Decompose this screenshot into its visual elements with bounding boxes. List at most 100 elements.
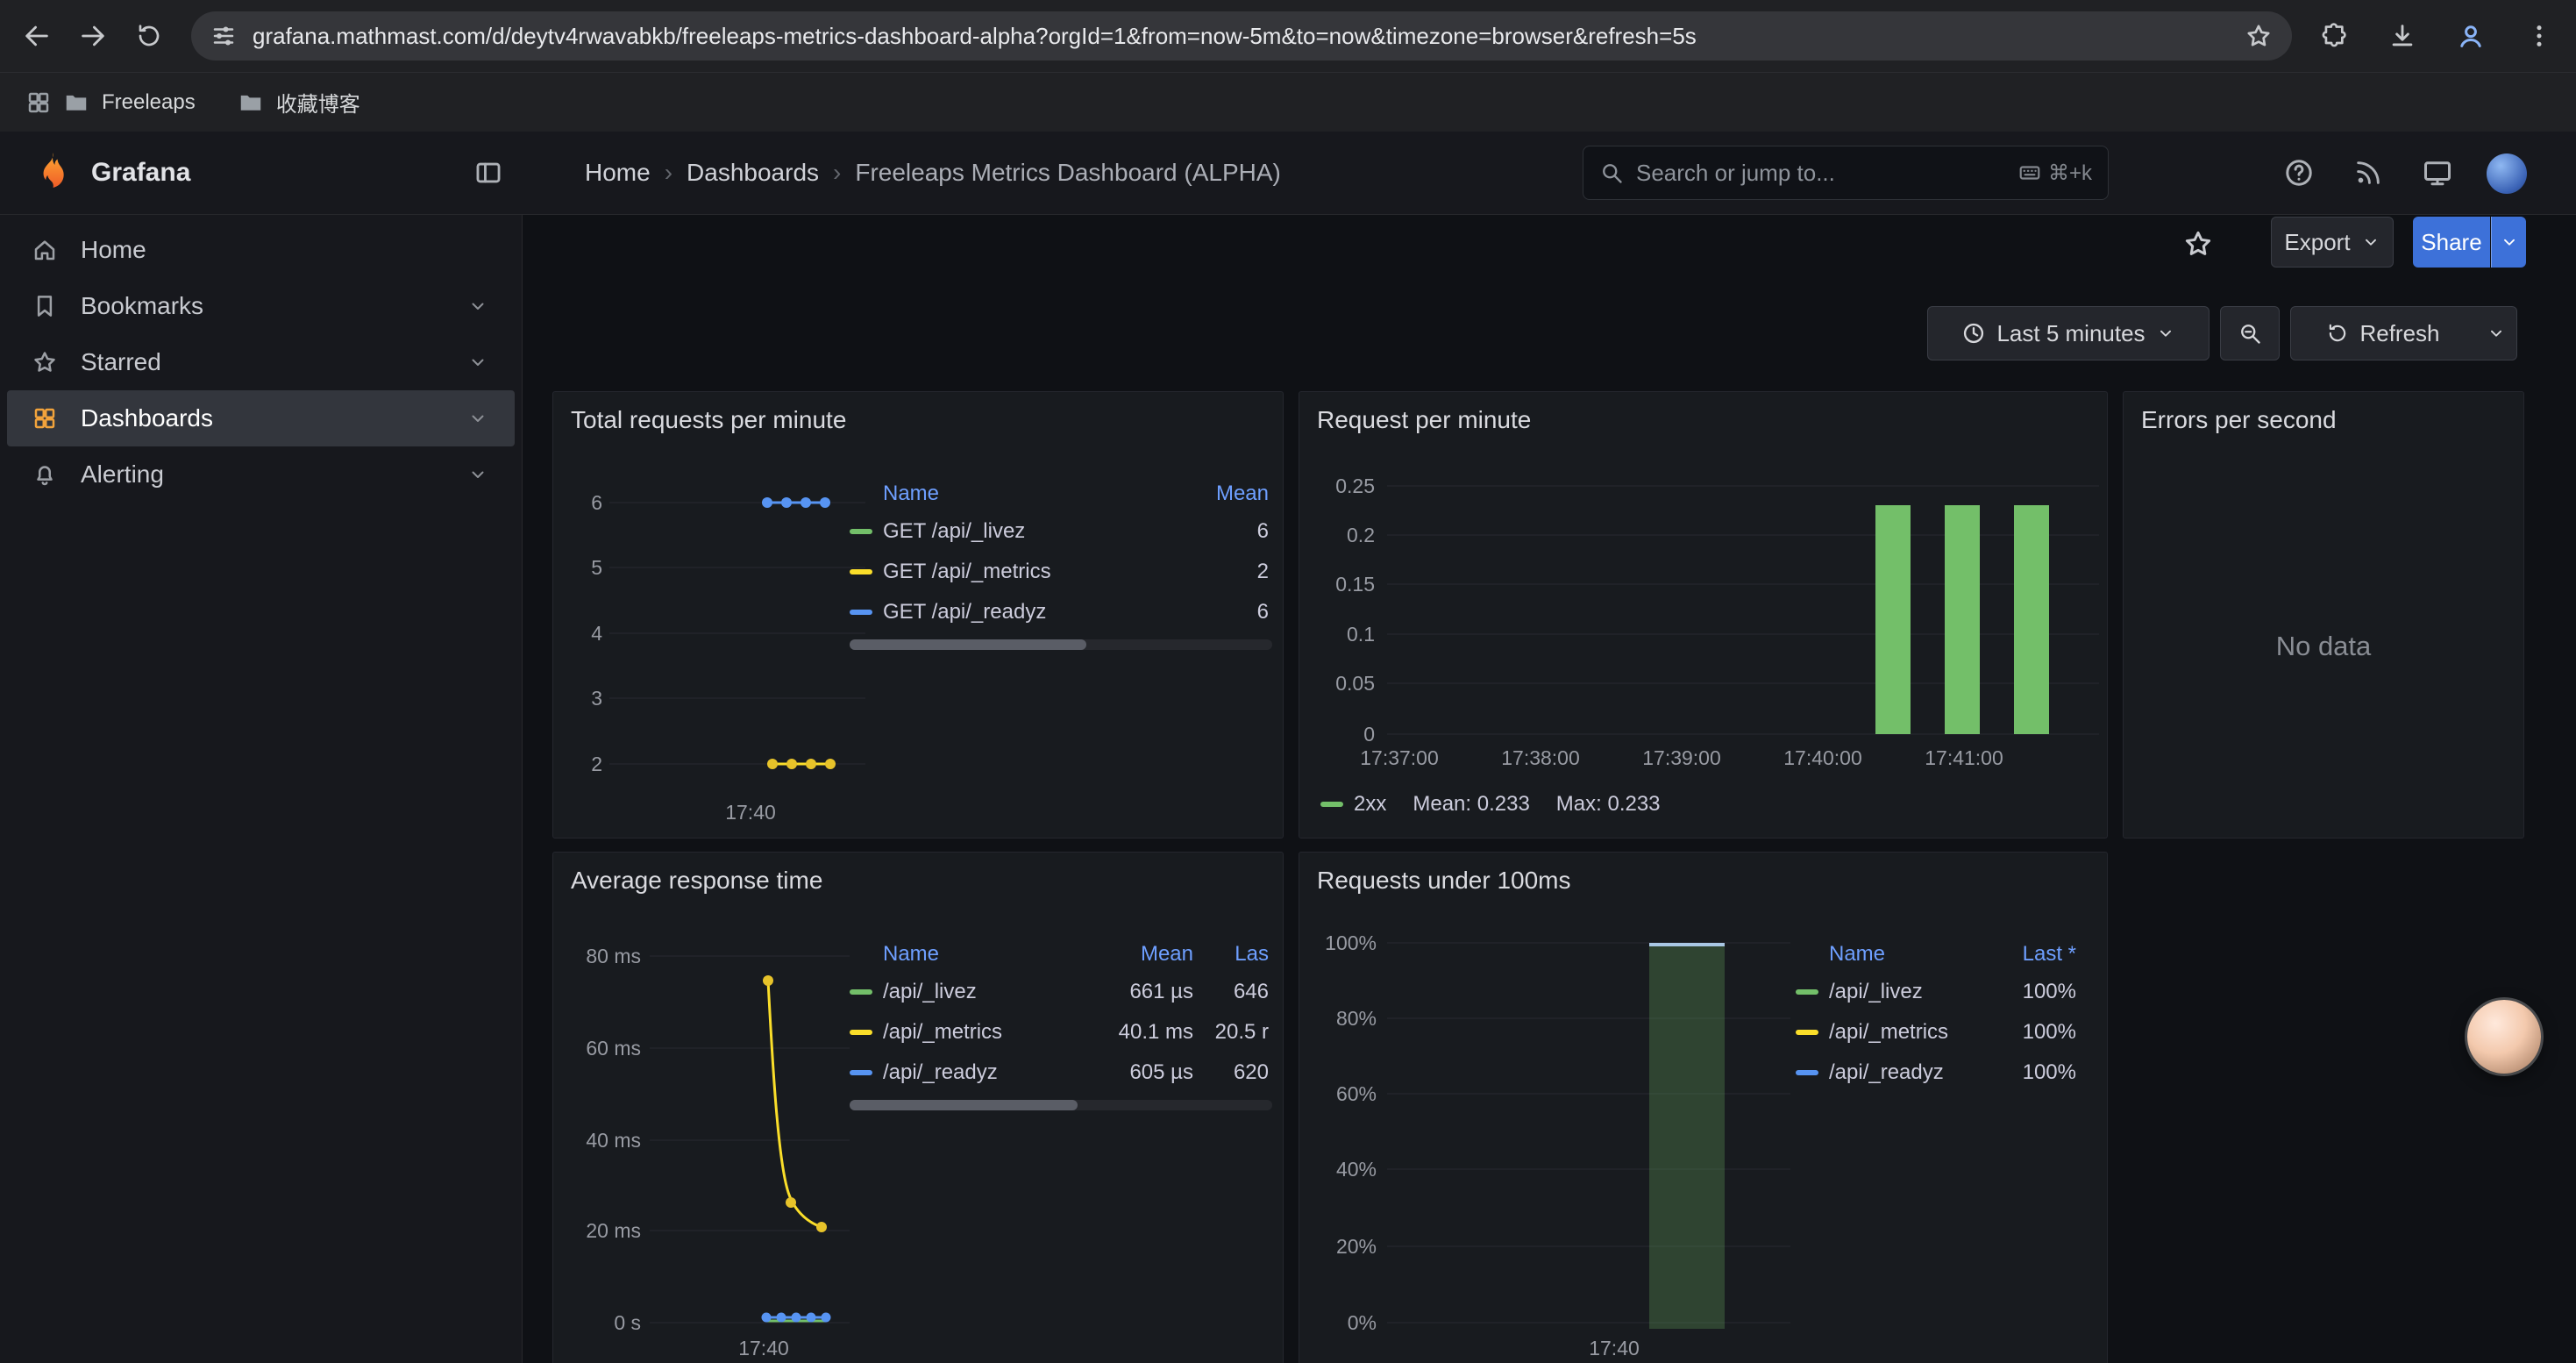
sidebar-item-dashboards[interactable]: Dashboards: [7, 390, 515, 446]
legend-row[interactable]: /api/_metrics 100%: [1796, 1012, 2080, 1053]
line-chart-plot[interactable]: [650, 931, 850, 1352]
site-settings-icon[interactable]: [210, 23, 237, 49]
legend-col-name[interactable]: Name: [850, 942, 1074, 967]
chevron-down-icon[interactable]: [467, 464, 488, 485]
chevron-down-icon[interactable]: [467, 408, 488, 429]
legend-scrollbar[interactable]: [850, 1100, 1272, 1110]
x-tick: 17:40:00: [1757, 746, 1889, 770]
legend-col-name[interactable]: Name: [850, 482, 1192, 506]
chevron-down-icon: [2500, 232, 2519, 252]
panel-legend: 2xx Mean: 0.233 Max: 0.233: [1320, 792, 1661, 817]
mega-menu-toggle-icon[interactable]: [473, 158, 503, 188]
kiosk-monitor-icon[interactable]: [2418, 153, 2457, 192]
bookmark-star-icon[interactable]: [2245, 22, 2273, 50]
legend-series[interactable]: 2xx: [1320, 792, 1386, 817]
share-button[interactable]: Share: [2413, 217, 2490, 268]
chevron-down-icon[interactable]: [467, 352, 488, 373]
legend-row[interactable]: /api/_readyz 605 µs 620: [850, 1053, 1272, 1093]
legend-scrollbar[interactable]: [850, 639, 1272, 650]
back-icon[interactable]: [9, 8, 65, 64]
folder-icon: [238, 89, 264, 116]
floating-assistant-avatar[interactable]: [2467, 1000, 2541, 1074]
user-avatar[interactable]: [2487, 153, 2527, 194]
bar-chart-plot[interactable]: [1387, 475, 2099, 748]
reload-icon[interactable]: [121, 8, 177, 64]
bookmark-blogs[interactable]: 收藏博客: [238, 87, 360, 118]
profile-icon[interactable]: [2443, 8, 2499, 64]
breadcrumb-dashboards[interactable]: Dashboards: [687, 159, 819, 187]
sidebar-item-label: Dashboards: [81, 404, 213, 432]
legend-row[interactable]: GET /api/_livez 6: [850, 511, 1272, 552]
refresh-icon: [2326, 322, 2349, 345]
x-tick: 17:38:00: [1475, 746, 1606, 770]
sidebar-item-label: Bookmarks: [81, 292, 203, 320]
legend-col-mean[interactable]: Mean: [1074, 942, 1197, 967]
legend-row[interactable]: GET /api/_readyz 6: [850, 592, 1272, 632]
sidebar-item-starred[interactable]: Starred: [7, 334, 515, 390]
y-tick: 0.1: [1306, 623, 1375, 646]
line-chart-plot[interactable]: [609, 475, 865, 781]
breadcrumb-home[interactable]: Home: [585, 159, 651, 187]
legend-col-last[interactable]: Las: [1197, 942, 1272, 967]
refresh-button[interactable]: Refresh: [2290, 306, 2476, 360]
bar-chart-plot[interactable]: [1387, 931, 1790, 1352]
panel-title[interactable]: Total requests per minute: [571, 406, 846, 434]
breadcrumb-separator: ›: [833, 159, 841, 187]
time-range-label: Last 5 minutes: [1996, 320, 2145, 347]
apps-grid-icon[interactable]: [14, 78, 63, 127]
time-range-picker[interactable]: Last 5 minutes: [1927, 306, 2210, 360]
scrollbar-thumb[interactable]: [850, 1100, 1078, 1110]
legend-row[interactable]: /api/_metrics 40.1 ms 20.5 r: [850, 1012, 1272, 1053]
chevron-down-icon[interactable]: [467, 296, 488, 317]
favorite-dashboard-icon[interactable]: [2182, 228, 2214, 260]
url-bar[interactable]: grafana.mathmast.com/d/deytv4rwavabkb/fr…: [191, 11, 2292, 61]
legend-row[interactable]: GET /api/_metrics 2: [850, 552, 1272, 592]
share-dropdown-button[interactable]: [2491, 217, 2526, 268]
clock-icon: [1961, 321, 1986, 346]
x-tick: 17:40: [694, 801, 808, 824]
panel-title[interactable]: Requests under 100ms: [1317, 867, 1571, 895]
legend-col-mean[interactable]: Mean: [1192, 482, 1272, 506]
bookmark-icon: [32, 293, 58, 319]
panel-title[interactable]: Request per minute: [1317, 406, 1531, 434]
search-input[interactable]: Search or jump to... ⌘+k: [1583, 146, 2109, 200]
refresh-interval-dropdown[interactable]: [2475, 306, 2517, 360]
url-text[interactable]: grafana.mathmast.com/d/deytv4rwavabkb/fr…: [253, 23, 2229, 50]
sidebar-item-label: Starred: [81, 348, 161, 376]
grafana-logo[interactable]: [28, 149, 75, 201]
legend-max: Max: 0.233: [1556, 792, 1661, 817]
news-rss-icon[interactable]: [2349, 153, 2387, 192]
panel-title[interactable]: Average response time: [571, 867, 822, 895]
panel-total-requests-per-minute: Total requests per minute 6 5 4 3 2 17:4…: [552, 391, 1284, 838]
series-swatch: [1796, 989, 1818, 995]
bookmark-freeleaps[interactable]: Freeleaps: [63, 89, 196, 116]
legend-row[interactable]: /api/_livez 100%: [1796, 972, 2080, 1012]
grafana-header: Grafana Home › Dashboards › Freeleaps Me…: [0, 132, 2576, 215]
export-button[interactable]: Export: [2271, 217, 2394, 268]
extensions-icon[interactable]: [2306, 8, 2362, 64]
series-swatch: [1320, 802, 1343, 807]
legend-row[interactable]: /api/_livez 661 µs 646: [850, 972, 1272, 1012]
sidebar-item-bookmarks[interactable]: Bookmarks: [7, 278, 515, 334]
panel-average-response-time: Average response time 80 ms 60 ms 40 ms …: [552, 852, 1284, 1363]
zoom-out-button[interactable]: [2220, 306, 2280, 360]
export-label: Export: [2284, 229, 2350, 256]
star-icon: [32, 349, 58, 375]
sidebar-item-alerting[interactable]: Alerting: [7, 446, 515, 503]
forward-icon[interactable]: [65, 8, 121, 64]
sidebar-item-home[interactable]: Home: [7, 222, 515, 278]
bookmark-label: 收藏博客: [276, 87, 360, 118]
chevron-down-icon: [2361, 232, 2380, 252]
scrollbar-thumb[interactable]: [850, 639, 1086, 650]
legend-col-name[interactable]: Name: [1796, 942, 1989, 967]
panel-title[interactable]: Errors per second: [2141, 406, 2337, 434]
browser-menu-icon[interactable]: [2511, 8, 2567, 64]
legend-row[interactable]: /api/_readyz 100%: [1796, 1053, 2080, 1093]
y-tick: 0%: [1306, 1311, 1377, 1335]
legend-col-last[interactable]: Last *: [1989, 942, 2080, 967]
bookmark-label: Freeleaps: [102, 90, 196, 115]
y-tick: 3: [560, 687, 602, 710]
help-icon[interactable]: [2280, 153, 2318, 192]
downloads-icon[interactable]: [2374, 8, 2430, 64]
y-tick: 0.05: [1306, 672, 1375, 696]
